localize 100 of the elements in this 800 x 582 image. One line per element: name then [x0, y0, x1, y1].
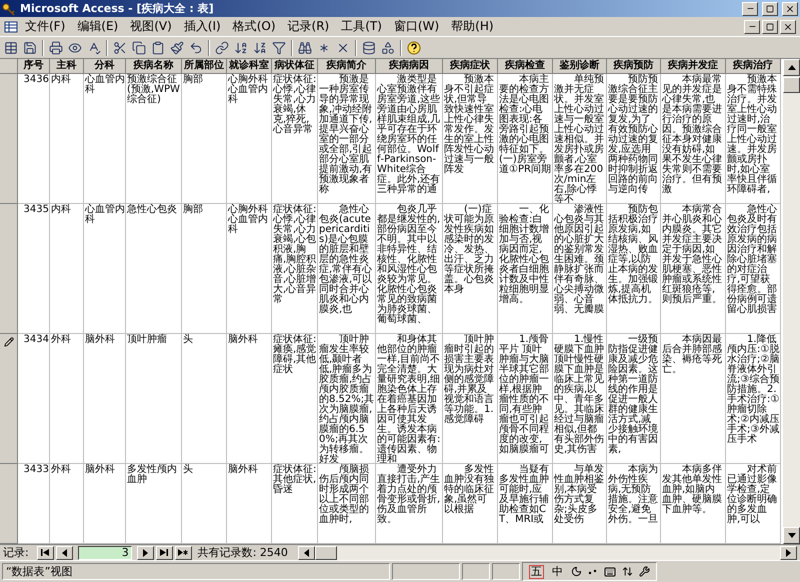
wrench-icon[interactable] — [639, 566, 650, 577]
column-header[interactable]: 疾病并发症 — [661, 59, 726, 74]
next-record-button[interactable] — [136, 546, 154, 560]
table-cell: 一级预防指促进健康及减少危险因素。这种第一道防线的作用是促进一般人群的健康生活方式,减少接触环境中的有害因素, — [607, 334, 661, 464]
column-header[interactable]: 疾病预防 — [607, 59, 661, 74]
column-header[interactable]: 疾病病因 — [376, 59, 443, 74]
pencil-icon — [4, 337, 14, 347]
menu-item[interactable]: 记录(R) — [282, 17, 334, 36]
table-cell: 1.慢性硬膜下血肿顶叶慢性硬膜下血肿是临床上常见的疾病,以中、青年多见。其临床经过与脑瘤相似,但都有头部外伤史,其伤害 — [553, 334, 607, 464]
sort-ascending-icon[interactable] — [234, 40, 248, 54]
menu-item[interactable]: 工具(T) — [336, 17, 387, 36]
column-header[interactable]: 主科 — [50, 59, 84, 74]
maximize-icon — [766, 4, 774, 12]
up-arrow-icon — [788, 65, 796, 70]
scroll-thumb[interactable] — [783, 77, 800, 93]
first-record-button[interactable] — [36, 546, 54, 560]
horizontal-scrollbar[interactable] — [298, 546, 797, 560]
table-cell: 遭受外力直接打击,产生着力点处的颅骨变形或骨折,伤及血管所致。 — [376, 464, 443, 544]
table-cell: 多发性血肿没有独特的临床征象,虽然可以根据 — [443, 464, 498, 544]
previous-record-button[interactable] — [56, 546, 73, 560]
shapes-icon[interactable] — [381, 40, 395, 54]
column-header[interactable]: 病状体征 — [272, 59, 318, 74]
column-header[interactable]: 疾病治疗 — [726, 59, 781, 74]
table-cell: 预激本身不引起症状,但常导致快速性室上性心律失常发作。发生的室上性阵发性心动过速与一般阵发 — [443, 74, 498, 204]
binoculars-icon[interactable] — [298, 40, 312, 54]
table-cell: 外科 — [50, 464, 84, 544]
menu-item[interactable]: 窗口(W) — [388, 17, 444, 36]
spelling-icon[interactable] — [87, 40, 101, 54]
scissors-icon[interactable] — [113, 40, 127, 54]
paintbrush-icon[interactable] — [170, 40, 184, 54]
menu-item[interactable]: 帮助(H) — [446, 17, 499, 36]
arrows-icon[interactable] — [622, 566, 633, 577]
last-record-button[interactable] — [156, 546, 173, 560]
copy-icon[interactable] — [132, 40, 146, 54]
menu-item[interactable]: 编辑(E) — [72, 17, 124, 36]
column-header[interactable]: 鉴别诊断 — [553, 59, 607, 74]
moon-icon[interactable] — [571, 566, 582, 577]
print-preview-icon[interactable] — [68, 40, 82, 54]
save-icon[interactable] — [23, 40, 37, 54]
column-header[interactable]: 疾病名称 — [126, 59, 182, 74]
link-icon[interactable] — [215, 40, 229, 54]
table-view-icon[interactable] — [4, 40, 18, 54]
close-button[interactable] — [782, 2, 798, 16]
select-all-button[interactable] — [0, 59, 18, 74]
vertical-scrollbar[interactable] — [783, 59, 800, 544]
dots-icon[interactable] — [588, 568, 598, 574]
close-icon — [785, 4, 795, 14]
help-icon[interactable] — [407, 40, 421, 54]
table-cell: 症状体征:心悸,心律失常,心力衰竭,休克,猝死,心音异常 — [272, 74, 318, 204]
new-record-button[interactable] — [174, 546, 192, 560]
undo-icon[interactable] — [189, 40, 203, 54]
scroll-thumb[interactable] — [314, 546, 337, 560]
database-icon[interactable] — [362, 40, 376, 54]
record-selector[interactable] — [0, 204, 18, 334]
close-button[interactable] — [780, 20, 796, 34]
restore-button[interactable] — [762, 20, 778, 34]
column-header[interactable]: 序号 — [18, 59, 50, 74]
column-header[interactable]: 疾病简介 — [318, 59, 376, 74]
maximize-button[interactable] — [762, 2, 778, 16]
keyboard-icon[interactable] — [604, 566, 616, 578]
ime-indicator[interactable]: 中 — [550, 564, 565, 578]
scroll-down-button[interactable] — [783, 527, 800, 544]
record-selector[interactable] — [0, 74, 18, 204]
record-number-field[interactable]: 3 — [78, 546, 132, 560]
right-arrow-icon — [142, 548, 148, 556]
table-cell: 预激综合征(预激,WPW综合征) — [126, 74, 182, 204]
minimize-button[interactable] — [742, 2, 758, 16]
table-cell: 激类型是心室预激伴有房室旁道,这些旁道由心房肌样肌束组成,几乎可存在于环绕房室环的任何部位。Wolff-Parkinson-White综合症。此外,还有三种异常的通 — [376, 74, 443, 204]
last-record-icon — [160, 549, 168, 556]
clipboard-icon[interactable] — [151, 40, 165, 54]
table-cell: 1.降低颅内压:①脱水治疗;②脑脊液体外引流;③综合预防措施。2.手术治疗:①肿瘤切除术;②内减压手术;③外减压手术 — [726, 334, 781, 464]
table-cell: 1.颅骨平片 顶叶肿瘤与大脑半球其它部位的肿瘤一样,根据肿瘤性质的不同,有些肿瘤也可引起颅骨不同程度的改变,如脑膜瘤可 — [498, 334, 553, 464]
column-header[interactable]: 疾病症状 — [443, 59, 498, 74]
column-header[interactable]: 就诊科室 — [227, 59, 272, 74]
column-header[interactable]: 疾病检查 — [498, 59, 553, 74]
table-icon[interactable] — [4, 20, 18, 34]
table-cell: 预防包括积极治疗原发病,如结核病、风湿热、败血症等,以防止本病的发生。加强锻炼,提高机体抵抗力。 — [607, 204, 661, 334]
table-cell: 本病常合并心肌炎和心内膜炎。其它并发症主要决定于病因,如并发于急性心肌梗塞、恶性肿瘤或系统性红斑狼疮等,则预后严重。 — [661, 204, 726, 334]
minimize-button[interactable] — [744, 20, 760, 34]
menu-item[interactable]: 文件(F) — [20, 17, 70, 36]
table-cell: 症状体征:瘫痪,感觉障碍,其他症状 — [272, 334, 318, 464]
record-selector[interactable] — [0, 464, 18, 544]
down-arrow-icon — [788, 533, 796, 538]
table-cell: 当疑有多发性血肿可能时,应及早施行辅助检查如CT、MRI或 — [498, 464, 553, 544]
table-cell: 本病为外伤性疾病,无预防措施。注意安全,避免外伤。一旦 — [607, 464, 661, 544]
filter-icon[interactable] — [272, 40, 286, 54]
key-icon — [2, 2, 16, 16]
scroll-up-button[interactable] — [783, 59, 800, 76]
ime-indicator[interactable]: 五 — [529, 564, 544, 578]
printer-icon[interactable] — [49, 40, 63, 54]
menu-item[interactable]: 插入(I) — [178, 17, 226, 36]
column-header[interactable]: 所属部位 — [182, 59, 227, 74]
table-cell: 本病因最后合并肺部感染、褥疮等死亡。 — [661, 334, 726, 464]
column-header[interactable]: 分科 — [84, 59, 126, 74]
sort-descending-icon[interactable] — [253, 40, 267, 54]
scroll-right-button[interactable] — [780, 546, 797, 560]
menu-item[interactable]: 视图(V) — [125, 17, 177, 36]
record-selector[interactable] — [0, 334, 18, 464]
scroll-left-button[interactable] — [298, 546, 315, 560]
menu-item[interactable]: 格式(O) — [228, 17, 281, 36]
